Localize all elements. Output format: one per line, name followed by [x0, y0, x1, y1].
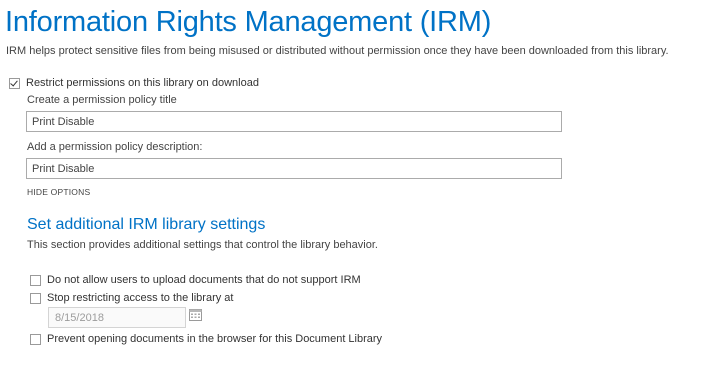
- prevent-browser-open-checkbox[interactable]: [30, 333, 41, 345]
- policy-title-input[interactable]: [26, 111, 562, 132]
- policy-title-label: Create a permission policy title: [27, 94, 177, 106]
- disallow-upload-label: Do not allow users to upload documents t…: [47, 274, 361, 286]
- stop-restricting-row[interactable]: Stop restricting access to the library a…: [30, 292, 233, 304]
- additional-settings-description: This section provides additional setting…: [27, 239, 378, 251]
- additional-settings-title: Set additional IRM library settings: [27, 216, 266, 233]
- prevent-browser-open-row[interactable]: Prevent opening documents in the browser…: [30, 333, 382, 345]
- page-title: Information Rights Management (IRM): [5, 6, 492, 38]
- page-description: IRM helps protect sensitive files from b…: [6, 45, 669, 57]
- irm-settings-page: Information Rights Management (IRM) IRM …: [0, 0, 721, 368]
- stop-restricting-checkbox[interactable]: [30, 292, 41, 304]
- disallow-upload-checkbox[interactable]: [30, 274, 41, 286]
- hide-options-link[interactable]: HIDE OPTIONS: [27, 187, 90, 197]
- calendar-icon[interactable]: [189, 309, 202, 321]
- stop-restricting-label: Stop restricting access to the library a…: [47, 292, 234, 304]
- disallow-upload-row[interactable]: Do not allow users to upload documents t…: [30, 274, 361, 286]
- stop-restricting-date-input[interactable]: [48, 307, 186, 328]
- policy-description-label: Add a permission policy description:: [27, 141, 203, 153]
- restrict-permissions-row[interactable]: Restrict permissions on this library on …: [9, 77, 259, 89]
- policy-description-input[interactable]: [26, 158, 562, 179]
- prevent-browser-open-label: Prevent opening documents in the browser…: [47, 333, 383, 345]
- restrict-permissions-checkbox[interactable]: [9, 77, 20, 89]
- restrict-permissions-label: Restrict permissions on this library on …: [26, 77, 259, 89]
